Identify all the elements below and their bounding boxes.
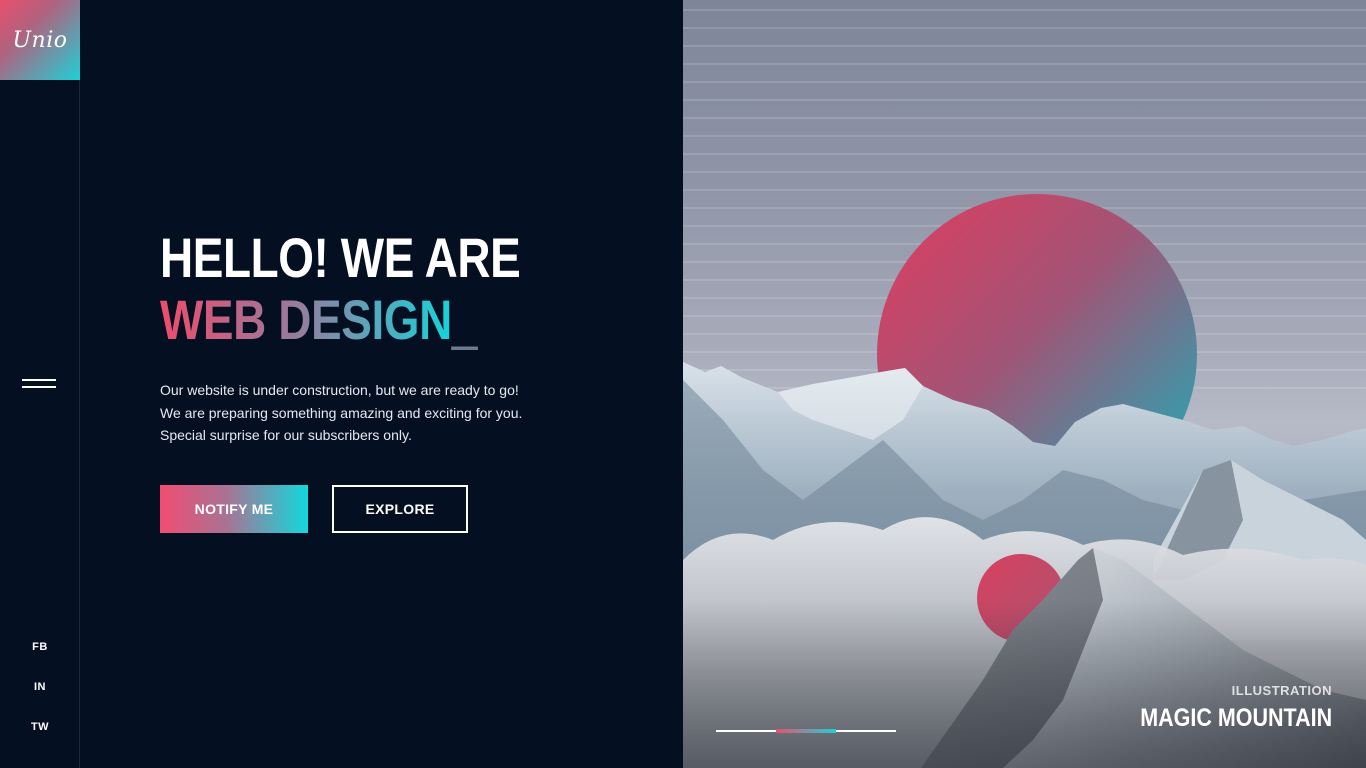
- menu-line: [22, 379, 56, 381]
- logo[interactable]: Unio: [0, 0, 80, 80]
- illustration-title: MAGIC MOUNTAIN: [1140, 704, 1332, 732]
- mountain-illustration: [683, 9, 1366, 768]
- description-line: We are preparing something amazing and e…: [160, 404, 523, 421]
- heading-gradient-text: WEB DESIGN: [160, 288, 452, 351]
- explore-button[interactable]: EXPLORE: [332, 485, 468, 533]
- typing-cursor: _: [451, 288, 478, 351]
- slide-indicator[interactable]: [716, 729, 896, 733]
- social-link-instagram[interactable]: IN: [0, 681, 80, 693]
- description-line: Our website is under construction, but w…: [160, 382, 519, 398]
- menu-line: [22, 386, 56, 388]
- hero-description: Our website is under construction, but w…: [160, 379, 580, 447]
- social-link-facebook[interactable]: FB: [0, 641, 80, 653]
- heading-line-2: WEB DESIGN_: [160, 290, 570, 350]
- notify-me-button[interactable]: NOTIFY ME: [160, 485, 308, 533]
- hero-heading: HELLO! WE ARE WEB DESIGN_: [160, 226, 660, 350]
- slide-active-segment[interactable]: [776, 729, 836, 733]
- social-link-twitter[interactable]: TW: [0, 721, 80, 733]
- description-line: Special surprise for our subscribers onl…: [160, 427, 412, 443]
- illustration-panel: [683, 0, 1366, 768]
- illustration-subtitle: ILLUSTRATION: [1231, 683, 1332, 698]
- heading-line-1: HELLO! WE ARE: [160, 226, 521, 289]
- hamburger-menu-icon[interactable]: [22, 377, 58, 393]
- sidebar: Unio FB IN TW: [0, 0, 80, 768]
